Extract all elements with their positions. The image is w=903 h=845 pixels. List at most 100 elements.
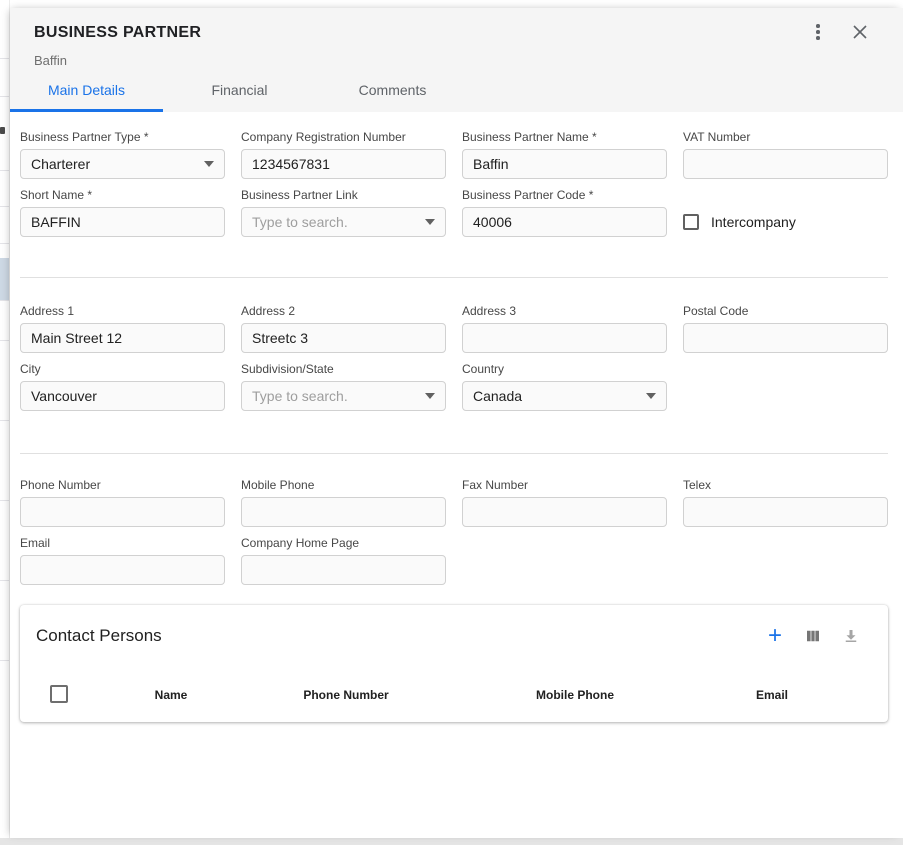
kebab-menu-icon[interactable] (809, 23, 827, 41)
telex-input[interactable] (683, 497, 888, 527)
contact-persons-header: Contact Persons + (20, 605, 888, 667)
field-label: Short Name * (20, 188, 225, 203)
tab-financial[interactable]: Financial (163, 68, 316, 112)
address-2-input[interactable] (241, 323, 446, 353)
field-telex: Telex (683, 478, 888, 527)
chevron-down-icon (204, 161, 214, 167)
email-input[interactable] (20, 555, 225, 585)
field-label: Address 2 (241, 304, 446, 319)
field-company-registration-number: Company Registration Number (241, 130, 446, 179)
field-label: Phone Number (20, 478, 225, 493)
field-label: City (20, 362, 225, 377)
contact-persons-title: Contact Persons (36, 626, 162, 646)
page-title: BUSINESS PARTNER (34, 24, 201, 42)
intercompany-label: Intercompany (711, 214, 796, 230)
company-registration-input[interactable] (241, 149, 446, 179)
main-details-panel: Business Partner Type * Charterer Compan… (10, 112, 903, 722)
close-icon[interactable] (851, 23, 869, 41)
field-label: Address 1 (20, 304, 225, 319)
column-header-name: Name (155, 688, 188, 702)
plus-icon: + (768, 627, 782, 645)
download-icon (842, 627, 860, 645)
country-select[interactable]: Canada (462, 381, 667, 411)
chevron-down-icon (425, 393, 435, 399)
selected-value: Canada (473, 388, 522, 404)
field-business-partner-code: Business Partner Code * (462, 188, 667, 237)
contact-section: Phone Number Mobile Phone Fax Number Tel… (20, 478, 888, 585)
field-address-1: Address 1 (20, 304, 225, 353)
background-page-bottom (0, 838, 903, 845)
column-header-phone-number: Phone Number (303, 688, 388, 702)
field-label: Postal Code (683, 304, 888, 319)
export-button[interactable] (842, 627, 860, 645)
field-mobile-phone: Mobile Phone (241, 478, 446, 527)
placeholder-text: Type to search. (252, 388, 348, 404)
contact-persons-card: Contact Persons + Name Phone Number (20, 605, 888, 722)
chevron-down-icon (646, 393, 656, 399)
placeholder-text: Type to search. (252, 214, 348, 230)
field-subdivision-state: Subdivision/State Type to search. (241, 362, 446, 411)
column-header-email: Email (756, 688, 788, 702)
field-spacer (683, 536, 888, 585)
business-partner-link-select[interactable]: Type to search. (241, 207, 446, 237)
contact-persons-actions: + (766, 605, 860, 667)
columns-icon (804, 627, 822, 645)
contact-persons-table-header: Name Phone Number Mobile Phone Email (20, 667, 888, 722)
section-divider (20, 453, 888, 454)
mobile-phone-input[interactable] (241, 497, 446, 527)
subdivision-state-select[interactable]: Type to search. (241, 381, 446, 411)
short-name-input[interactable] (20, 207, 225, 237)
page-subtitle: Baffin (34, 53, 67, 68)
field-label: Fax Number (462, 478, 667, 493)
company-home-page-input[interactable] (241, 555, 446, 585)
section-divider (20, 277, 888, 278)
field-label: Telex (683, 478, 888, 493)
columns-button[interactable] (804, 627, 822, 645)
field-address-3: Address 3 (462, 304, 667, 353)
phone-number-input[interactable] (20, 497, 225, 527)
field-label: Business Partner Type * (20, 130, 225, 145)
address-3-input[interactable] (462, 323, 667, 353)
business-partner-name-input[interactable] (462, 149, 667, 179)
selected-value: Charterer (31, 156, 90, 172)
field-spacer (683, 362, 888, 411)
field-country: Country Canada (462, 362, 667, 411)
city-input[interactable] (20, 381, 225, 411)
field-email: Email (20, 536, 225, 585)
identity-section: Business Partner Type * Charterer Compan… (20, 130, 888, 237)
field-business-partner-type: Business Partner Type * Charterer (20, 130, 225, 179)
select-all-checkbox[interactable] (50, 685, 68, 703)
header-actions (809, 23, 869, 41)
tab-main-details[interactable]: Main Details (10, 68, 163, 112)
field-label: Email (20, 536, 225, 551)
field-vat-number: VAT Number (683, 130, 888, 179)
field-label: Business Partner Name * (462, 130, 667, 145)
add-contact-button[interactable]: + (766, 627, 784, 645)
postal-code-input[interactable] (683, 323, 888, 353)
field-label: Address 3 (462, 304, 667, 319)
column-header-mobile-phone: Mobile Phone (536, 688, 614, 702)
business-partner-dialog: BUSINESS PARTNER Baffin Main Details Fin… (10, 8, 903, 838)
address-1-input[interactable] (20, 323, 225, 353)
field-label: VAT Number (683, 130, 888, 145)
field-business-partner-link: Business Partner Link Type to search. (241, 188, 446, 237)
field-short-name: Short Name * (20, 188, 225, 237)
chevron-down-icon (425, 219, 435, 225)
screen: BUSINESS PARTNER Baffin Main Details Fin… (0, 0, 903, 845)
field-label: Business Partner Code * (462, 188, 667, 203)
intercompany-checkbox[interactable] (683, 214, 699, 230)
field-business-partner-name: Business Partner Name * (462, 130, 667, 179)
address-section: Address 1 Address 2 Address 3 Postal Cod… (20, 304, 888, 411)
business-partner-type-select[interactable]: Charterer (20, 149, 225, 179)
field-label: Mobile Phone (241, 478, 446, 493)
business-partner-code-input[interactable] (462, 207, 667, 237)
field-label: Business Partner Link (241, 188, 446, 203)
tab-comments[interactable]: Comments (316, 68, 469, 112)
field-postal-code: Postal Code (683, 304, 888, 353)
field-address-2: Address 2 (241, 304, 446, 353)
vat-number-input[interactable] (683, 149, 888, 179)
field-spacer (462, 536, 667, 585)
tab-bar: Main Details Financial Comments (10, 68, 469, 112)
fax-number-input[interactable] (462, 497, 667, 527)
field-label: Company Registration Number (241, 130, 446, 145)
